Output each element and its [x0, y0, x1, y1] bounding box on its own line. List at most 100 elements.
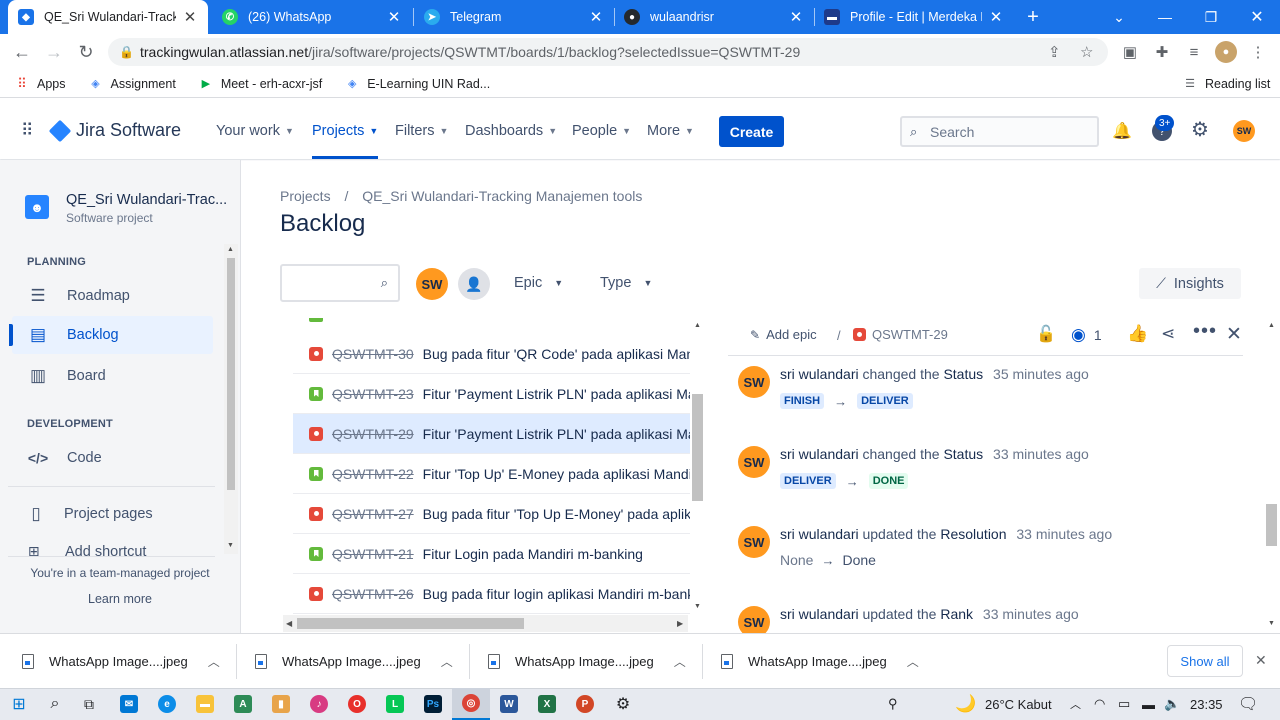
close-tab-icon[interactable]: ✕ — [386, 8, 402, 26]
activity-user[interactable]: sri wulandari — [780, 366, 859, 382]
thumbs-up-icon[interactable]: 👍 — [1127, 324, 1148, 344]
create-button[interactable]: Create — [719, 116, 784, 147]
activity-user[interactable]: sri wulandari — [780, 606, 859, 622]
backlog-row[interactable]: QSWTMT-23 Fitur 'Payment Listrik PLN' pa… — [293, 374, 690, 414]
nav-projects[interactable]: Projects ▼ — [312, 103, 379, 159]
scrollbar-thumb[interactable] — [692, 394, 703, 501]
backlog-row[interactable]: QSWTMT-30 Bug pada fitur 'QR Code' pada … — [293, 334, 690, 374]
nav-dashboards[interactable]: Dashboards ▼ — [465, 103, 557, 159]
epic-filter-dropdown[interactable]: Epic ▼ — [514, 264, 563, 302]
backlog-row[interactable]: QSWTMT-26 Bug pada fitur login aplikasi … — [293, 574, 690, 614]
backlog-row[interactable]: QSWTMT-27 Bug pada fitur 'Top Up E-Money… — [293, 494, 690, 534]
breadcrumb-projects[interactable]: Projects — [280, 188, 331, 204]
backlog-horizontal-scrollbar[interactable]: ◀ ▶ — [283, 615, 688, 632]
photoshop-icon[interactable]: Ps — [414, 688, 452, 720]
search-icon[interactable]: ⌕ — [36, 688, 74, 720]
sidebar-scrollbar[interactable]: ▲ ▼ — [224, 244, 238, 554]
chevron-up-icon[interactable]: ︿ — [208, 653, 220, 670]
jira-logo[interactable]: Jira Software — [48, 119, 181, 142]
issue-key[interactable]: QSWTMT-30 — [332, 346, 414, 362]
browser-tab-whatsapp[interactable]: ✆ (26) WhatsApp ✕ — [212, 0, 412, 34]
backlog-row[interactable]: QSWTMT-22 Fitur 'Top Up' E-Money pada ap… — [293, 454, 690, 494]
close-downloads-icon[interactable]: ✕ — [1255, 652, 1267, 669]
edge-icon[interactable]: e — [148, 688, 186, 720]
breadcrumb-project[interactable]: QE_Sri Wulandari-Tracking Manajemen tool… — [362, 188, 642, 204]
sidebar-item-backlog[interactable]: ▤ Backlog — [12, 316, 213, 354]
chevron-up-icon[interactable]: ︿ — [1070, 688, 1081, 720]
weather-moon-icon[interactable]: 🌙 — [955, 688, 976, 720]
share-icon[interactable]: ⋖ — [1161, 324, 1175, 344]
search-input[interactable]: ⌕ Search — [900, 116, 1099, 147]
bookmark-elearning[interactable]: ◈ E-Learning UIN Rad... — [344, 76, 490, 92]
issue-key[interactable]: QSWTMT-29 — [332, 426, 414, 442]
scroll-down-icon[interactable]: ▼ — [1268, 620, 1275, 627]
settings-gear-icon[interactable]: ⚙ — [604, 688, 642, 720]
sidebar-item-project-pages[interactable]: ▯ Project pages — [12, 495, 213, 533]
watch-button[interactable]: ◉ 1 — [1071, 325, 1102, 345]
new-tab-icon[interactable]: + — [1020, 0, 1046, 34]
back-icon[interactable]: ← — [6, 36, 38, 68]
issue-key[interactable]: QSWTMT-21 — [332, 546, 414, 562]
backlog-row-selected[interactable]: QSWTMT-29 Fitur 'Payment Listrik PLN' pa… — [293, 414, 690, 454]
app-icon[interactable]: ▮ — [262, 688, 300, 720]
nav-filters[interactable]: Filters ▼ — [395, 103, 448, 159]
issue-key[interactable]: QSWTMT-26 — [332, 586, 414, 602]
scroll-up-icon[interactable]: ▲ — [694, 322, 701, 329]
nav-your-work[interactable]: Your work ▼ — [216, 103, 294, 159]
add-epic-link[interactable]: ✎ Add epic — [750, 327, 817, 342]
restore-icon[interactable]: ❐ — [1196, 0, 1226, 34]
scroll-down-icon[interactable]: ▼ — [227, 542, 234, 549]
lock-icon[interactable]: 🔒 — [119, 38, 134, 66]
word-icon[interactable]: W — [490, 688, 528, 720]
chevron-up-icon[interactable]: ︿ — [907, 653, 919, 670]
download-item[interactable]: WhatsApp Image....jpeg ︿ — [22, 634, 220, 689]
scrollbar-thumb[interactable] — [297, 618, 524, 629]
activity-user[interactable]: sri wulandari — [780, 446, 859, 462]
scroll-up-icon[interactable]: ▲ — [227, 246, 234, 253]
share-icon[interactable]: ⇪ — [1048, 38, 1061, 66]
close-icon[interactable]: ✕ — [1226, 323, 1242, 346]
browser-tab-telegram[interactable]: ➤ Telegram ✕ — [414, 0, 614, 34]
camera-icon[interactable]: ▭ — [1118, 688, 1130, 720]
backlog-search-input[interactable]: ⌕ — [280, 264, 400, 302]
issue-key-link[interactable]: QSWTMT-29 — [853, 327, 948, 342]
download-item[interactable]: WhatsApp Image....jpeg ︿ — [721, 634, 919, 689]
app-icon[interactable]: A — [224, 688, 262, 720]
address-bar[interactable]: 🔒 trackingwulan.atlassian.net/jira/softw… — [108, 38, 1108, 66]
puzzle-icon[interactable]: ✚ — [1151, 41, 1173, 63]
notification-center-icon[interactable]: 🗨 — [1238, 688, 1258, 720]
bookmark-meet[interactable]: ▶ Meet - erh-acxr-jsf — [198, 76, 323, 92]
scroll-up-icon[interactable]: ▲ — [1268, 322, 1275, 329]
profile-avatar[interactable]: ● — [1215, 41, 1237, 63]
issue-key[interactable]: QSWTMT-23 — [332, 386, 414, 402]
windows-start-icon[interactable]: ⊞ — [0, 688, 38, 720]
assignee-filter-avatar[interactable]: SW — [416, 268, 448, 300]
powerpoint-icon[interactable]: P — [566, 688, 604, 720]
insights-button[interactable]: ⟋ Insights — [1139, 268, 1241, 299]
scrollbar-thumb[interactable] — [227, 258, 235, 490]
volume-icon[interactable]: 🔈 — [1164, 688, 1180, 720]
browser-tab-merdeka[interactable]: ▬ Profile - Edit | Merdeka Be ✕ — [814, 0, 1014, 34]
minimize-icon[interactable]: — — [1150, 0, 1180, 34]
lock-icon[interactable]: 🔓 — [1036, 324, 1056, 344]
task-view-icon[interactable]: ⧉ — [70, 688, 108, 720]
battery-icon[interactable]: ▬ — [1142, 688, 1155, 720]
browser-tab-github[interactable]: ● wulaandrisr ✕ — [614, 0, 814, 34]
opera-icon[interactable]: O — [338, 688, 376, 720]
backlog-row[interactable]: QSWTMT-21 Fitur Login pada Mandiri m-ban… — [293, 534, 690, 574]
forward-icon[interactable]: → — [38, 36, 70, 68]
tab-search-icon[interactable]: ⌄ — [1106, 0, 1132, 34]
sidebar-item-add-shortcut[interactable]: ⊞ Add shortcut — [12, 540, 213, 556]
user-avatar[interactable]: SW — [1233, 120, 1255, 142]
detail-scrollbar[interactable]: ▲ ▼ — [1264, 318, 1279, 633]
bookmark-star-icon[interactable]: ☆ — [1080, 38, 1093, 66]
learn-more-link[interactable]: Learn more — [0, 592, 240, 606]
chevron-up-icon[interactable]: ︿ — [441, 653, 453, 670]
bookmark-assignment[interactable]: ◈ Assignment — [88, 76, 176, 92]
media-icon[interactable]: ≡ — [1183, 41, 1205, 63]
type-filter-dropdown[interactable]: Type ▼ — [600, 264, 652, 302]
clock[interactable]: 23:35 — [1190, 688, 1223, 720]
show-all-button[interactable]: Show all — [1167, 645, 1243, 677]
reload-icon[interactable]: ↻ — [70, 36, 102, 68]
notifications-icon[interactable]: 🔔 — [1112, 121, 1132, 141]
